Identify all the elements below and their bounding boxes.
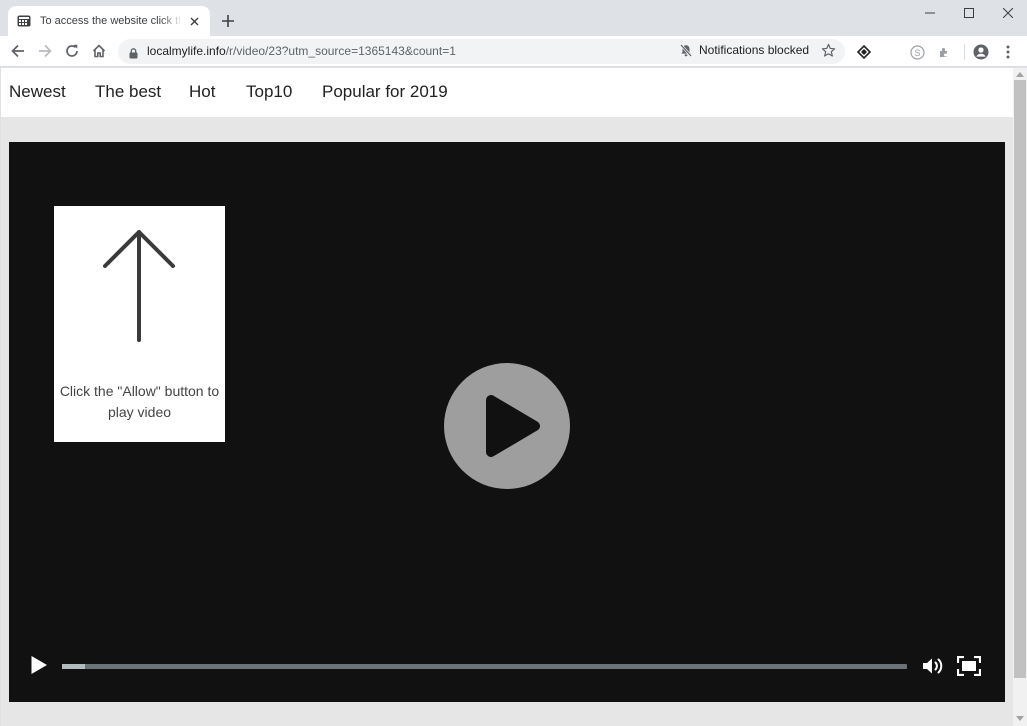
page-scrollbar[interactable] [1013,68,1027,726]
nav-link-popular-2019[interactable]: Popular for 2019 [322,82,448,102]
big-play-button[interactable] [444,363,570,489]
site-navigation: Newest The best Hot Top10 Popular for 20… [1,68,1013,117]
new-tab-icon[interactable] [218,11,238,31]
notifications-blocked-indicator[interactable]: Notifications blocked [680,43,809,57]
video-player[interactable]: Click the "Allow" button to play video [9,142,1005,702]
browser-titlebar: To access the website click the "Allow" … [0,0,1027,36]
volume-icon [923,658,943,674]
lock-icon[interactable] [129,46,138,64]
arrow-left-icon [11,44,24,58]
scrollbar-thumb[interactable] [1014,80,1026,678]
play-icon [31,656,47,674]
allow-prompt-text: Click the "Allow" button to play video [59,383,220,420]
scroll-up-arrow-icon[interactable] [1016,71,1024,77]
browser-tab[interactable]: To access the website click the "Allow" … [8,6,210,36]
tab-close-icon[interactable] [186,13,202,29]
window-controls [910,0,1027,28]
back-button[interactable] [7,40,29,62]
nav-link-hot[interactable]: Hot [189,82,215,102]
extension-diamond-icon[interactable] [855,43,873,61]
toolbar-divider [964,44,965,60]
bell-off-icon [680,43,692,57]
arrow-up-icon [103,230,175,342]
play-icon [486,395,540,457]
extension-s-icon[interactable]: S [908,43,926,61]
progress-bar[interactable] [62,664,907,669]
address-bar[interactable]: localmylife.info/r/video/23?utm_source=1… [118,39,845,64]
nav-link-the-best[interactable]: The best [95,82,161,102]
url-path: /r/video/23?utm_source=1365143&count=1 [225,44,456,58]
allow-prompt-box: Click the "Allow" button to play video [54,206,225,442]
page-viewport: Newest The best Hot Top10 Popular for 20… [1,68,1013,726]
nav-link-top10[interactable]: Top10 [246,82,292,102]
close-window-icon[interactable] [988,0,1027,26]
browser-toolbar: localmylife.info/r/video/23?utm_source=1… [0,36,1027,67]
scroll-down-arrow-icon[interactable] [1016,716,1024,722]
volume-button[interactable] [922,656,946,681]
maximize-icon[interactable] [949,0,988,26]
url-text[interactable]: localmylife.info/r/video/23?utm_source=1… [147,44,456,58]
control-play-button[interactable] [30,655,48,680]
svg-text:S: S [914,48,920,58]
star-icon[interactable] [821,43,836,63]
minimize-icon[interactable] [910,0,949,26]
reload-button[interactable] [61,40,83,62]
progress-bar-fill [62,664,85,669]
arrow-right-icon [39,44,52,58]
tab-title: To access the website click the "Allow" … [40,15,182,27]
nav-link-newest[interactable]: Newest [9,82,66,102]
home-button[interactable] [88,40,110,62]
fullscreen-icon [956,655,982,677]
fullscreen-button[interactable] [956,655,982,681]
forward-button[interactable] [34,40,56,62]
account-circle-icon[interactable] [972,43,990,61]
notifications-status-text: Notifications blocked [699,43,810,57]
reload-icon [66,44,78,57]
extension-puzzle-icon[interactable] [935,43,953,61]
tab-favicon-icon [17,14,31,28]
three-dots-icon[interactable] [999,43,1017,61]
url-host: localmylife.info [147,44,226,58]
home-icon [92,44,106,58]
